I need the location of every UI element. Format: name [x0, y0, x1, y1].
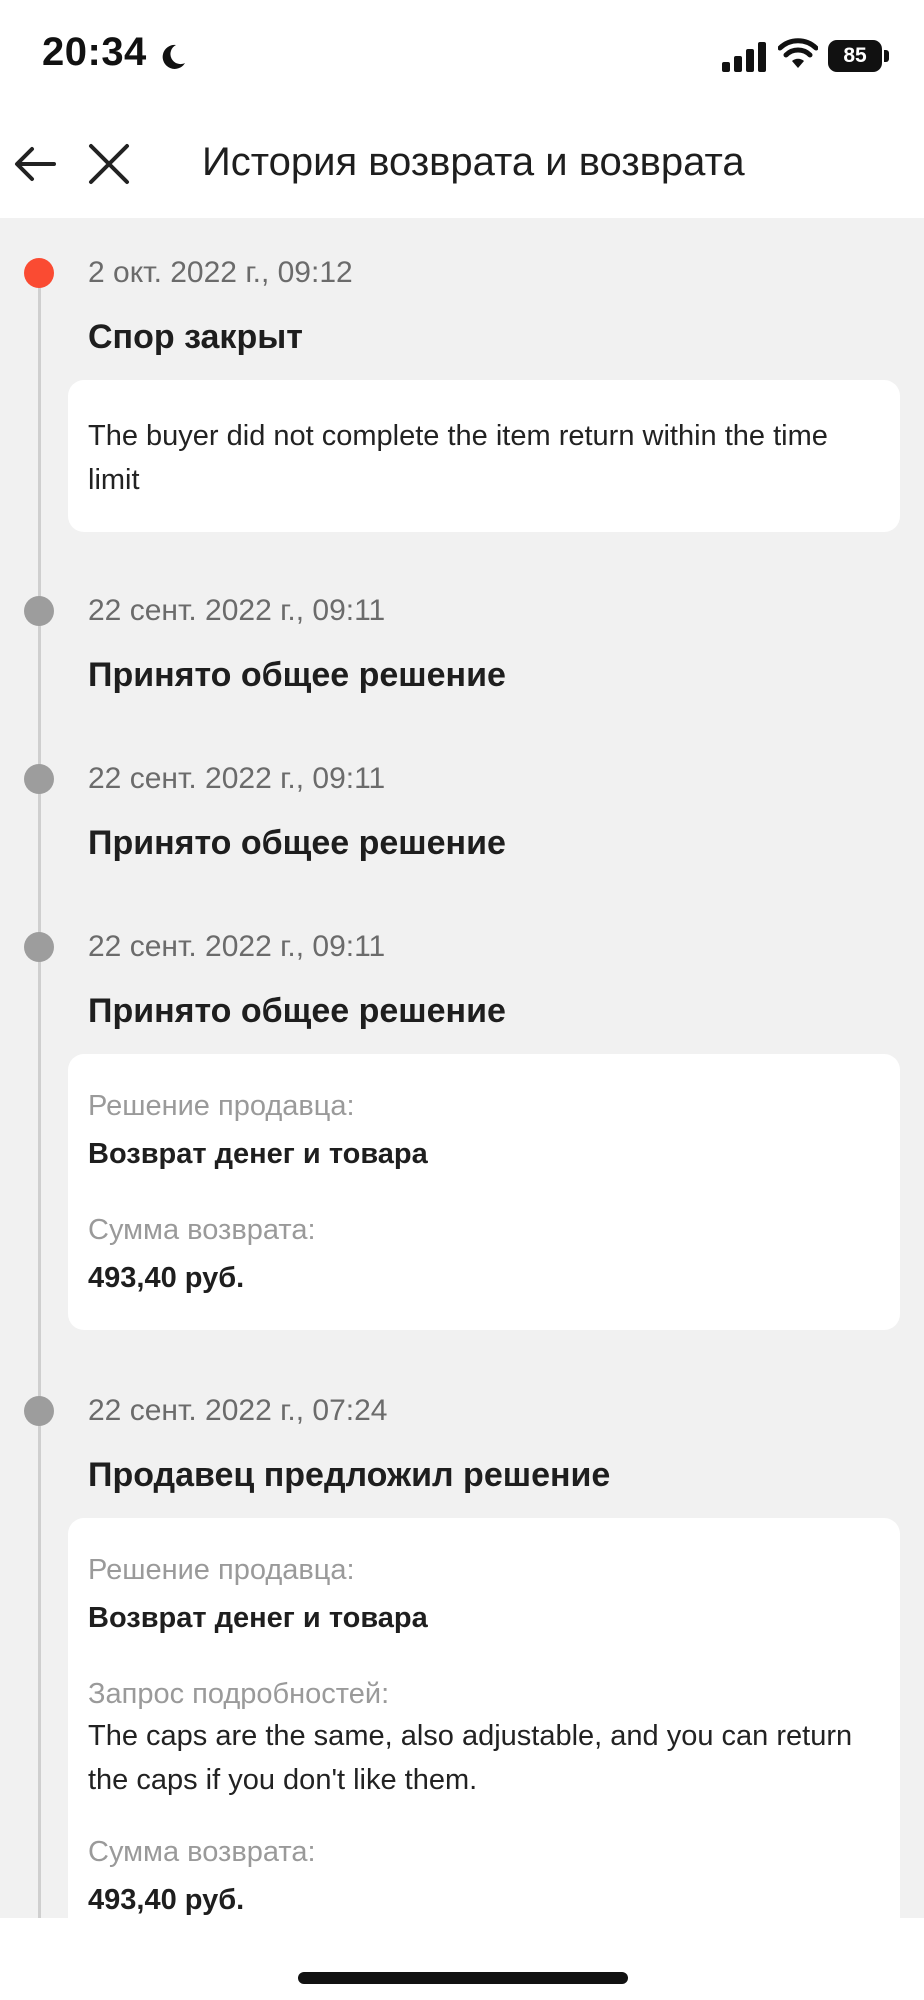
refund-amount-label: Сумма возврата:	[88, 1214, 316, 1246]
seller-solution-value: Возврат денег и товара	[88, 1602, 428, 1634]
refund-amount-value: 493,40 руб.	[88, 1884, 245, 1916]
seller-solution-label: Решение продавца:	[88, 1554, 355, 1586]
battery-level: 85	[828, 40, 882, 72]
cellular-signal-icon	[722, 42, 766, 72]
close-icon	[89, 144, 129, 184]
event-date: 22 сент. 2022 г., 09:11	[88, 930, 386, 963]
home-indicator-area	[0, 1918, 924, 2000]
seller-solution-value: Возврат денег и товара	[88, 1138, 428, 1170]
refund-amount-value: 493,40 руб.	[88, 1262, 245, 1294]
timeline-dot	[24, 932, 54, 962]
event-date: 22 сент. 2022 г., 09:11	[88, 762, 386, 795]
event-date: 22 сент. 2022 г., 07:24	[88, 1394, 388, 1427]
battery-cap	[884, 50, 889, 62]
status-time: 20:34	[42, 30, 147, 74]
event-date: 2 окт. 2022 г., 09:12	[88, 256, 353, 289]
page-title: История возврата и возврата	[202, 140, 745, 184]
event-title: Принято общее решение	[88, 992, 506, 1030]
top-navigation-bar: История возврата и возврата	[0, 112, 924, 218]
event-note-card: The buyer did not complete the item retu…	[68, 380, 900, 532]
event-date: 22 сент. 2022 г., 09:11	[88, 594, 386, 627]
refund-amount-label: Сумма возврата:	[88, 1836, 316, 1868]
seller-solution-label: Решение продавца:	[88, 1090, 355, 1122]
arrow-left-icon	[15, 147, 56, 181]
moon-icon	[162, 44, 185, 69]
timeline-dot	[24, 596, 54, 626]
battery-icon: 85	[828, 40, 889, 72]
timeline-dot-active	[24, 258, 54, 288]
event-title: Продавец предложил решение	[88, 1456, 611, 1494]
details-request-label: Запрос подробностей:	[88, 1678, 390, 1710]
back-button[interactable]	[10, 138, 62, 190]
solution-details-card: Решение продавца: Возврат денег и товара…	[68, 1518, 900, 1918]
close-button[interactable]	[86, 138, 132, 190]
event-note-text: The buyer did not complete the item retu…	[88, 420, 828, 496]
event-title: Спор закрыт	[88, 318, 303, 356]
solution-details-card: Решение продавца: Возврат денег и товара…	[68, 1054, 900, 1330]
home-indicator[interactable]	[298, 1972, 628, 1984]
timeline-line	[38, 270, 41, 1918]
status-bar: 20:34 85	[0, 0, 924, 112]
refund-history-timeline: 2 окт. 2022 г., 09:12 Спор закрыт The bu…	[0, 218, 924, 1918]
wifi-icon	[778, 38, 818, 68]
details-request-text: The caps are the same, also adjustable, …	[88, 1720, 853, 1796]
event-title: Принято общее решение	[88, 824, 506, 862]
timeline-dot	[24, 1396, 54, 1426]
timeline-dot	[24, 764, 54, 794]
event-title: Принято общее решение	[88, 656, 506, 694]
